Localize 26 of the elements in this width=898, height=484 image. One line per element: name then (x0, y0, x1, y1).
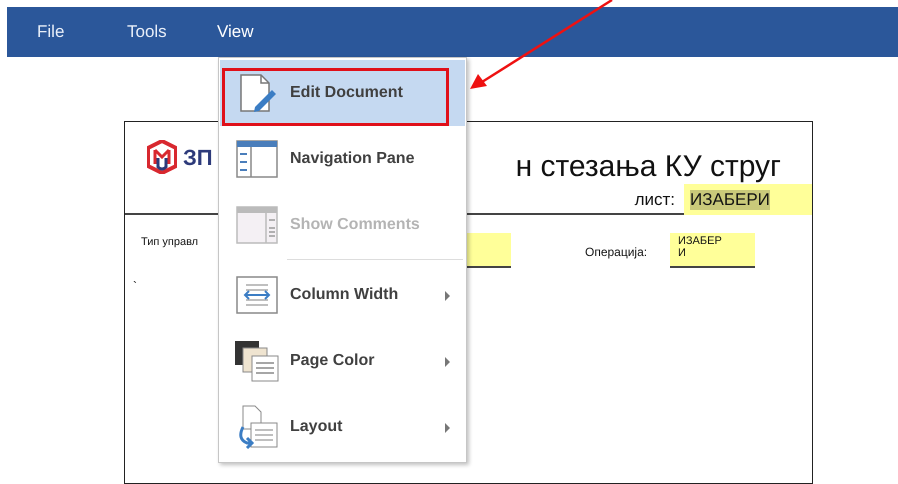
menu-item-label: Layout (290, 417, 342, 437)
menu-bar-item[interactable]: File (37, 7, 127, 57)
menu-item-label: Column Width (290, 285, 398, 305)
menu-item-label: Navigation Pane (290, 149, 414, 169)
menu-item-label: Show Comments (290, 215, 420, 235)
menu-item-label: Edit Document (290, 83, 403, 103)
comments-pane-icon (236, 206, 278, 244)
menu-bar-item[interactable]: Tools (127, 7, 217, 57)
stray-mark: ` (133, 278, 137, 295)
logo-text: ЗП (183, 144, 213, 172)
submenu-caret-icon (445, 357, 450, 367)
submenu-caret-icon (445, 291, 450, 301)
navigation-pane-icon (236, 140, 278, 178)
menu-bar-item[interactable]: View (217, 7, 307, 57)
document-title: н стезања КУ струг (516, 149, 781, 185)
sheet-label: лист: (634, 188, 675, 211)
column-width-icon (236, 276, 278, 314)
operation-label: Операција: (585, 244, 648, 261)
submenu-caret-icon (445, 423, 450, 433)
menu-item[interactable]: Edit Document (220, 60, 465, 126)
operation-field[interactable]: ИЗАБЕР И (670, 233, 755, 268)
page-color-icon (234, 340, 280, 382)
logo-icon (147, 140, 177, 174)
sheet-field[interactable]: ИЗАБЕРИ (684, 184, 812, 215)
menu-item-label: Page Color (290, 351, 374, 371)
control-type-label: Тип управл (141, 235, 198, 250)
